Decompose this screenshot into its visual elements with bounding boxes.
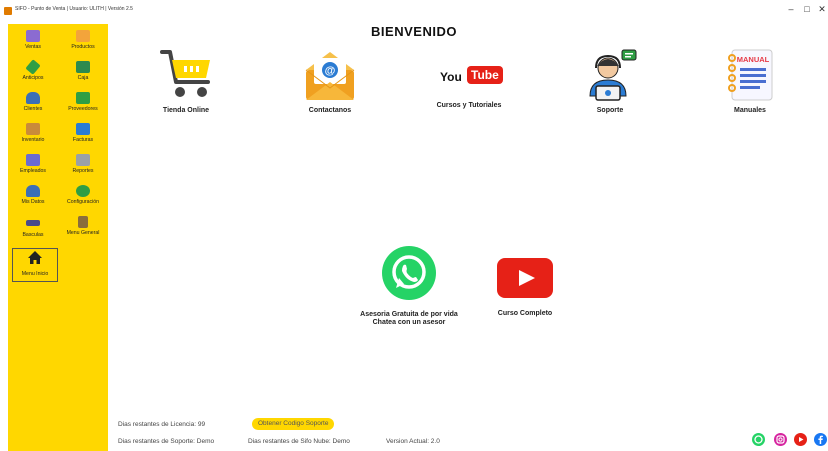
soporte-dias: Dias restantes de Soporte: Demo	[118, 438, 215, 445]
whatsapp-icon[interactable]	[752, 433, 765, 446]
whatsapp-icon	[350, 244, 468, 307]
boxes-icon	[26, 123, 40, 135]
pencil-icon	[25, 59, 41, 75]
gear-icon	[76, 185, 90, 197]
sidebar-item-proveedores[interactable]: Proveedores	[60, 90, 106, 120]
facebook-icon[interactable]	[814, 433, 827, 446]
tile-contactanos[interactable]: @ Contactanos	[292, 48, 368, 115]
play-video-icon	[490, 258, 560, 305]
sidebar-item-basculas[interactable]: Basculas	[10, 214, 56, 244]
youtube-icon[interactable]	[794, 433, 807, 446]
employees-icon	[26, 154, 40, 166]
maximize-button[interactable]: □	[800, 4, 814, 14]
user-icon	[26, 185, 40, 197]
invoice-icon	[76, 123, 90, 135]
sidebar-item-reportes[interactable]: Reportes	[60, 152, 106, 182]
instagram-icon[interactable]	[774, 433, 787, 446]
svg-text:@: @	[325, 65, 336, 77]
tile-tienda-online[interactable]: Tienda Online	[148, 48, 224, 115]
sidebar-item-empleados[interactable]: Empleados	[10, 152, 56, 182]
obtener-codigo-soporte-button[interactable]: Obtener Codigo Soporte	[252, 418, 335, 430]
email-icon: @	[292, 48, 368, 107]
sidebar-item-caja[interactable]: Caja	[60, 59, 106, 89]
whatsapp-asesoria-button[interactable]: Asesoria Gratuita de por vida Chatea con…	[350, 244, 468, 327]
sidebar-item-configuracion[interactable]: Configuración	[60, 183, 106, 213]
scale-icon	[26, 220, 40, 226]
sidebar-item-menu-inicio[interactable]: Menu Inicio	[12, 248, 58, 282]
report-icon	[76, 154, 90, 166]
home-icon	[13, 251, 57, 269]
curso-completo-button[interactable]: Curso Completo	[490, 258, 560, 318]
sidebar-item-facturas[interactable]: Facturas	[60, 121, 106, 151]
minimize-button[interactable]: –	[784, 4, 798, 14]
sidebar-item-menu-general[interactable]: Menu General	[60, 214, 106, 244]
svg-text:MANUAL: MANUAL	[737, 55, 770, 64]
app-icon	[4, 7, 12, 15]
cash-register-icon	[76, 61, 90, 73]
sidebar-item-clientes[interactable]: Clientes	[10, 90, 56, 120]
manual-icon: MANUAL	[712, 48, 788, 107]
nube-dias: Dias restantes de Sifo Nube: Demo	[248, 438, 350, 445]
tile-cursos-tutoriales[interactable]: You Tube Cursos y Tutoriales	[424, 48, 514, 110]
version-actual: Version Actual: 2.0	[386, 438, 440, 445]
close-button[interactable]: ✕	[815, 4, 828, 15]
sidebar: Ventas Productos Anticipos Caja Clientes…	[8, 24, 108, 451]
sidebar-item-anticipos[interactable]: Anticipos	[10, 59, 56, 89]
youtube-logo-icon: You Tube	[424, 48, 514, 102]
page-title: BIENVENIDO	[371, 24, 457, 39]
support-agent-icon	[572, 48, 648, 107]
title-bar: SIFO - Punto de Venta | Usuario: ULITH |…	[0, 0, 828, 24]
truck-icon	[76, 92, 90, 104]
tile-manuales[interactable]: MANUAL Manuales	[712, 48, 788, 115]
client-icon	[26, 92, 40, 104]
licencia-dias: Dias restantes de Licencia: 99	[118, 421, 206, 428]
shopping-cart-icon	[148, 48, 224, 107]
sidebar-item-inventario[interactable]: Inventario	[10, 121, 56, 151]
clipboard-icon	[78, 216, 88, 228]
sidebar-item-mis-datos[interactable]: Mis Datos	[10, 183, 56, 213]
window-title: SIFO - Punto de Venta | Usuario: ULITH |…	[15, 6, 133, 12]
tile-soporte[interactable]: Soporte	[572, 48, 648, 115]
